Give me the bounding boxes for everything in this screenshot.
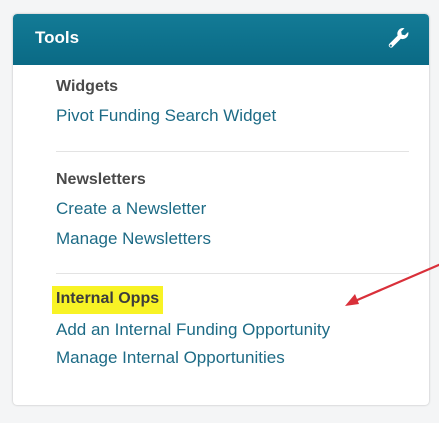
wrench-icon[interactable] — [385, 25, 411, 51]
tools-panel: Tools Widgets Pivot Funding Search Widge… — [13, 14, 429, 405]
link-manage-internal-opportunities[interactable]: Manage Internal Opportunities — [56, 348, 411, 368]
link-create-newsletter[interactable]: Create a Newsletter — [56, 199, 411, 219]
panel-title: Tools — [35, 28, 80, 47]
section-title-internal-opps: Internal Opps — [52, 286, 164, 314]
section-newsletters: Newsletters Create a Newsletter Manage N… — [56, 170, 411, 249]
link-pivot-funding-search-widget[interactable]: Pivot Funding Search Widget — [56, 106, 411, 126]
red-arrow-icon — [345, 263, 439, 306]
divider — [56, 151, 409, 152]
panel-header: Tools — [13, 14, 429, 65]
page: Tools Widgets Pivot Funding Search Widge… — [0, 0, 439, 423]
section-title-widgets: Widgets — [56, 78, 119, 95]
section-widgets: Widgets Pivot Funding Search Widget — [56, 77, 411, 126]
link-manage-newsletters[interactable]: Manage Newsletters — [56, 229, 411, 249]
link-add-internal-funding-opportunity[interactable]: Add an Internal Funding Opportunity — [56, 320, 411, 340]
section-title-newsletters: Newsletters — [56, 171, 146, 188]
